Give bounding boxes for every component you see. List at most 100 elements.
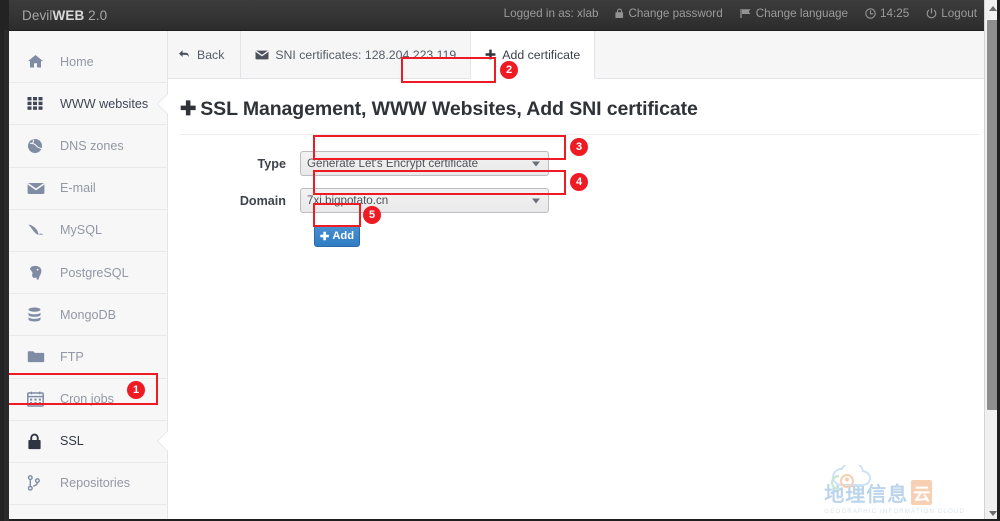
sidebar-item-label: WWW websites	[60, 96, 149, 111]
clock-label: 14:25	[880, 7, 910, 20]
domain-label: Domain	[239, 193, 286, 208]
sidebar-item-mongodb[interactable]: MongoDB	[9, 294, 168, 337]
sidebar-item-label: SSL	[60, 434, 84, 449]
top-navigation: Logged in as: xlab Change password Chang…	[504, 7, 977, 20]
sidebar-item-label: E-mail	[60, 181, 96, 196]
active-indicator-caret	[158, 92, 169, 115]
sidebar-item-dns-zones[interactable]: DNS zones	[9, 125, 168, 168]
window-left-edge	[0, 0, 9, 521]
add-button-label: Add	[332, 230, 355, 242]
app-brand-logo[interactable]: DevilWEB 2.0	[22, 8, 107, 23]
active-indicator-caret	[158, 430, 169, 453]
power-icon	[926, 8, 937, 19]
add-button-plus-icon: ✚	[319, 230, 330, 243]
watermark-chinese-box: 云	[911, 480, 933, 505]
tab-add-certificate-label: Add certificate	[502, 47, 581, 62]
sidebar-item-label: MongoDB	[60, 307, 117, 322]
sidebar-item-www-websites[interactable]: WWW websites	[9, 83, 169, 126]
logout-label: Logout	[941, 7, 977, 20]
lock-icon	[27, 433, 51, 450]
application-window: DevilWEB 2.0 Logged in as: xlab Change p…	[0, 0, 1000, 521]
add-button[interactable]: ✚ Add	[314, 225, 360, 247]
page-title: ✚ SSL Management, WWW Websites, Add SNI c…	[180, 97, 991, 121]
sidebar-item-repositories[interactable]: Repositories	[9, 463, 168, 506]
tab-sni-certificates-label: SNI certificates: 128.204.223.119	[275, 47, 457, 62]
type-label: Type	[257, 156, 286, 171]
tab-back[interactable]: Back	[168, 31, 242, 78]
change-password-label: Change password	[628, 7, 723, 20]
sidebar-item-label: DNS zones	[60, 138, 124, 153]
domain-select[interactable]: 7xi.bigpotato.cn	[300, 188, 549, 213]
tab-bar: Back SNI certificates: 128.204.223.119 A…	[168, 31, 991, 79]
watermark-text-row: 地理信息 云	[824, 478, 965, 507]
sidebar-item-ssl[interactable]: SSL	[9, 421, 169, 463]
tab-sni-certificates[interactable]: SNI certificates: 128.204.223.119	[241, 31, 472, 78]
annotation-badge-2: 2	[500, 61, 518, 79]
domain-select-value: 7xi.bigpotato.cn	[307, 194, 389, 207]
clock-display: 14:25	[865, 7, 909, 20]
change-language-link[interactable]: Change language	[740, 7, 848, 20]
dolphin-icon	[27, 223, 51, 238]
cloud-logo-icon	[831, 465, 872, 491]
envelope-icon	[255, 50, 269, 60]
brand-prefix: Devil	[22, 8, 53, 23]
tab-add-certificate[interactable]: Add certificate	[471, 31, 596, 79]
sidebar-item-mysql[interactable]: MySQL	[9, 210, 168, 252]
branch-icon	[27, 475, 51, 492]
chevron-down-icon	[532, 198, 540, 203]
folder-icon	[27, 350, 51, 364]
change-password-link[interactable]: Change password	[615, 7, 723, 20]
grid-icon	[27, 96, 51, 111]
brand-bold: WEB	[52, 8, 85, 23]
watermark: 地理信息 云 GEOGRAPHIC INFORMATION CLOUD	[824, 465, 965, 515]
lock-icon	[615, 8, 624, 19]
watermark-chinese-text: 地理信息	[824, 482, 909, 506]
sidebar: Home WWW websites DNS zones E-mail MySQL…	[9, 31, 169, 521]
logout-link[interactable]: Logout	[926, 7, 977, 20]
type-select[interactable]: Generate Let's Encrypt certificate	[300, 151, 549, 176]
form-row-submit: ✚ Add	[168, 225, 991, 247]
sidebar-item-postgresql[interactable]: PostgreSQL	[9, 252, 168, 295]
annotation-badge-1: 1	[127, 381, 145, 399]
tab-back-label: Back	[197, 47, 225, 62]
elephant-icon	[27, 265, 51, 281]
title-divider	[180, 134, 979, 135]
sidebar-item-cron-jobs[interactable]: Cron jobs	[9, 379, 168, 421]
form-row-domain: Domain 7xi.bigpotato.cn	[168, 188, 991, 213]
annotation-badge-4: 4	[570, 173, 588, 191]
logged-in-label: Logged in as: xlab	[503, 7, 599, 20]
envelope-icon	[27, 182, 51, 195]
sidebar-item-label: MySQL	[60, 223, 102, 238]
change-language-label: Change language	[755, 7, 848, 20]
page-title-plus-icon: ✚	[180, 98, 197, 120]
chevron-down-icon	[988, 510, 997, 516]
sidebar-item-label: Home	[60, 54, 94, 69]
clock-icon	[865, 8, 876, 19]
back-arrow-icon	[178, 49, 191, 60]
type-select-value: Generate Let's Encrypt certificate	[307, 157, 479, 170]
sidebar-item-ftp[interactable]: FTP	[9, 336, 168, 379]
database-icon	[27, 307, 51, 323]
chevron-up-icon	[988, 5, 997, 11]
annotation-badge-5: 5	[363, 206, 381, 224]
main-content: Back SNI certificates: 128.204.223.119 A…	[168, 31, 991, 521]
sidebar-item-label: PostgreSQL	[60, 265, 129, 280]
logged-in-user: Logged in as: xlab	[504, 7, 599, 20]
globe-icon	[27, 138, 51, 154]
watermark-subtitle: GEOGRAPHIC INFORMATION CLOUD	[824, 508, 965, 515]
brand-suffix: 2.0	[84, 8, 108, 23]
flag-icon	[740, 8, 752, 19]
sidebar-item-label: Repositories	[60, 476, 130, 491]
home-icon	[27, 54, 51, 69]
sidebar-item-email[interactable]: E-mail	[9, 168, 168, 210]
calendar-icon	[27, 391, 51, 407]
top-header-bar: DevilWEB 2.0 Logged in as: xlab Change p…	[9, 0, 991, 31]
add-sni-certificate-form: Type Generate Let's Encrypt certificate …	[168, 151, 991, 247]
window-left-edge-inner	[4, 30, 9, 521]
page-title-text: SSL Management, WWW Websites, Add SNI ce…	[200, 98, 698, 120]
chevron-down-icon	[532, 161, 540, 166]
sidebar-item-home[interactable]: Home	[9, 41, 168, 84]
sidebar-item-label: Cron jobs	[60, 392, 114, 407]
annotation-badge-3: 3	[570, 138, 588, 156]
sidebar-item-label: FTP	[60, 349, 84, 364]
